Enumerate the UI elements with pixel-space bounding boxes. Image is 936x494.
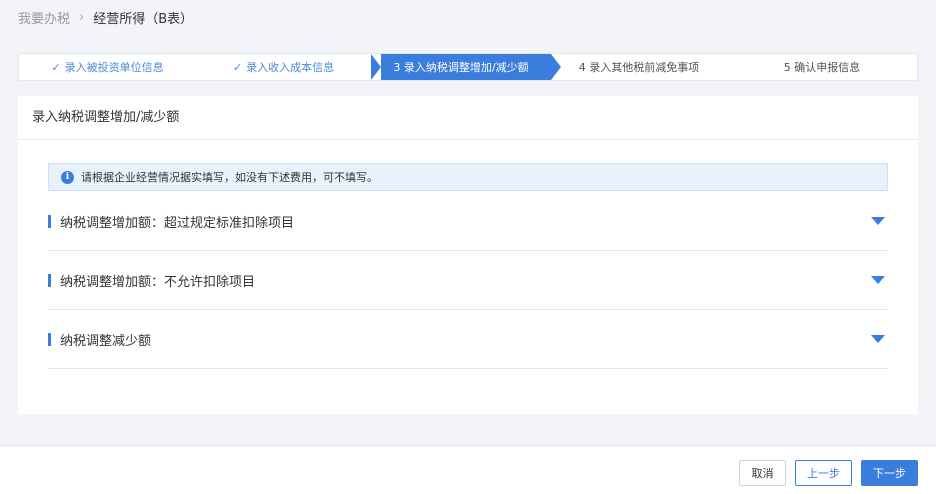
step-label: 4 录入其他税前减免事项 <box>578 61 700 74</box>
breadcrumb: 我要办税 › 经营所得（B表） <box>18 8 194 27</box>
check-icon: ✓ <box>232 60 243 74</box>
step-label: 录入收入成本信息 <box>246 61 335 74</box>
section-increase-not-deductible[interactable]: 纳税调整增加额：不允许扣除项目 <box>48 251 888 310</box>
previous-step-button[interactable]: 上一步 <box>795 460 852 486</box>
next-step-button[interactable]: 下一步 <box>861 460 918 486</box>
section-label-wrap: 纳税调整减少额 <box>48 330 151 349</box>
step-4[interactable]: 4 录入其他税前减免事项 <box>551 54 727 80</box>
chevron-right-icon: › <box>79 9 85 25</box>
section-marker <box>48 332 51 346</box>
notice-text: 请根据企业经营情况据实填写，如没有下述费用，可不填写。 <box>81 171 378 184</box>
section-label: 纳税调整增加额：超过规定标准扣除项目 <box>60 215 295 231</box>
check-icon: ✓ <box>51 60 61 74</box>
step-1[interactable]: ✓ 录入被投资单位信息 <box>19 54 196 80</box>
step-3[interactable]: 3 录入纳税调整增加/减少额 <box>371 54 561 80</box>
breadcrumb-parent-link[interactable]: 我要办税 <box>18 8 70 27</box>
card-title: 录入纳税调整增加/减少额 <box>18 96 918 140</box>
step-arrow-notch <box>371 54 381 80</box>
info-icon: i <box>61 170 74 184</box>
caret-down-icon[interactable] <box>871 335 885 343</box>
caret-down-icon[interactable] <box>871 217 885 225</box>
info-notice: i 请根据企业经营情况据实填写，如没有下述费用，可不填写。 <box>48 163 888 191</box>
step-label: 3 录入纳税调整增加/减少额 <box>393 61 529 74</box>
step-5[interactable]: 5 确认申报信息 <box>727 54 917 80</box>
section-label: 纳税调整增加额：不允许扣除项目 <box>60 274 256 290</box>
step-2[interactable]: ✓ 录入收入成本信息 <box>196 54 371 80</box>
footer-action-bar: 取消 上一步 下一步 <box>0 445 936 494</box>
section-label-wrap: 纳税调整增加额：超过规定标准扣除项目 <box>48 212 294 231</box>
section-label-wrap: 纳税调整增加额：不允许扣除项目 <box>48 271 255 290</box>
breadcrumb-current: 经营所得（B表） <box>93 11 194 27</box>
adjustment-card: 录入纳税调整增加/减少额 i 请根据企业经营情况据实填写，如没有下述费用，可不填… <box>18 96 918 414</box>
section-label: 纳税调整减少额 <box>60 333 152 349</box>
step-progress-bar: ✓ 录入被投资单位信息 ✓ 录入收入成本信息 3 录入纳税调整增加/减少额 4 … <box>18 53 918 81</box>
section-marker <box>48 273 51 287</box>
cancel-button[interactable]: 取消 <box>739 460 786 486</box>
caret-down-icon[interactable] <box>871 276 885 284</box>
section-marker <box>48 214 51 228</box>
step-label: 录入被投资单位信息 <box>64 61 164 74</box>
step-label: 5 确认申报信息 <box>783 61 861 74</box>
section-decrease[interactable]: 纳税调整减少额 <box>48 310 888 369</box>
step-arrow-tip <box>551 54 561 80</box>
section-increase-over-standard[interactable]: 纳税调整增加额：超过规定标准扣除项目 <box>48 192 888 251</box>
